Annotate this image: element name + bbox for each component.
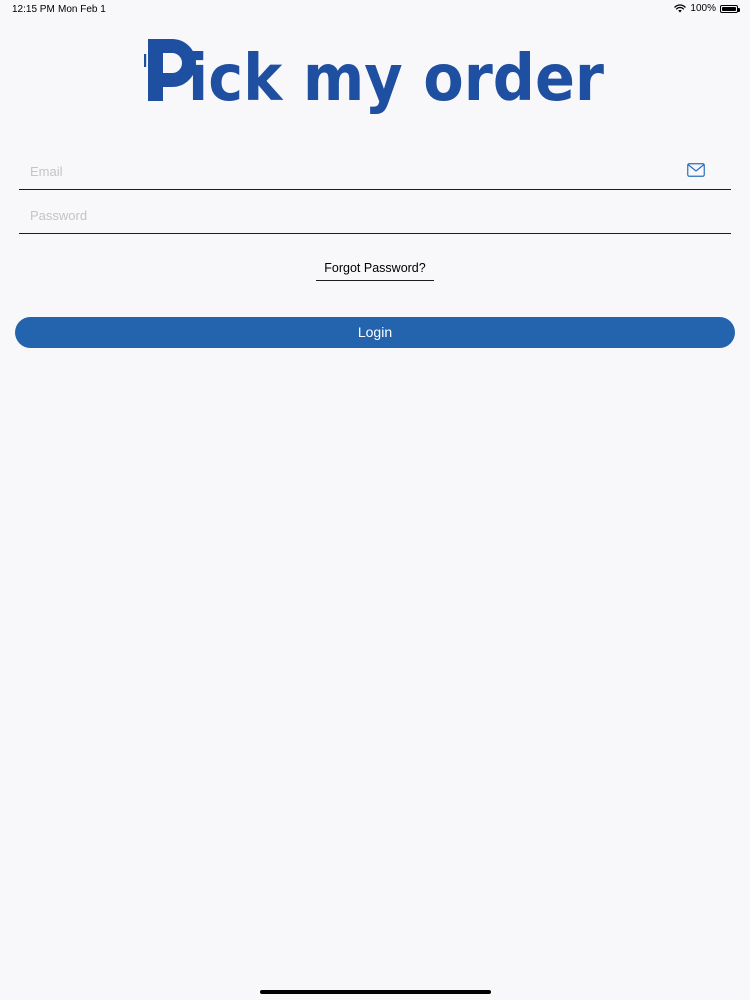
- battery-fill: [722, 6, 736, 11]
- app-logo: ick my order: [144, 39, 604, 116]
- email-field[interactable]: [19, 155, 731, 190]
- status-bar: 12:15 PM Mon Feb 1 100%: [0, 0, 750, 18]
- status-time: 12:15 PM: [12, 4, 55, 15]
- home-indicator: [260, 990, 491, 994]
- battery-icon: [720, 4, 740, 13]
- status-date: Mon Feb 1: [58, 4, 106, 15]
- password-input[interactable]: [30, 205, 670, 225]
- battery-percent: 100%: [690, 3, 716, 14]
- logo-text-rest: ick my order: [188, 42, 604, 116]
- email-input[interactable]: [30, 161, 670, 181]
- login-button[interactable]: Login: [15, 317, 735, 348]
- mail-icon: [687, 163, 705, 177]
- forgot-password-link[interactable]: Forgot Password?: [316, 259, 434, 281]
- status-right: 100%: [674, 3, 740, 14]
- password-field[interactable]: [19, 199, 731, 234]
- wifi-icon: [674, 4, 687, 13]
